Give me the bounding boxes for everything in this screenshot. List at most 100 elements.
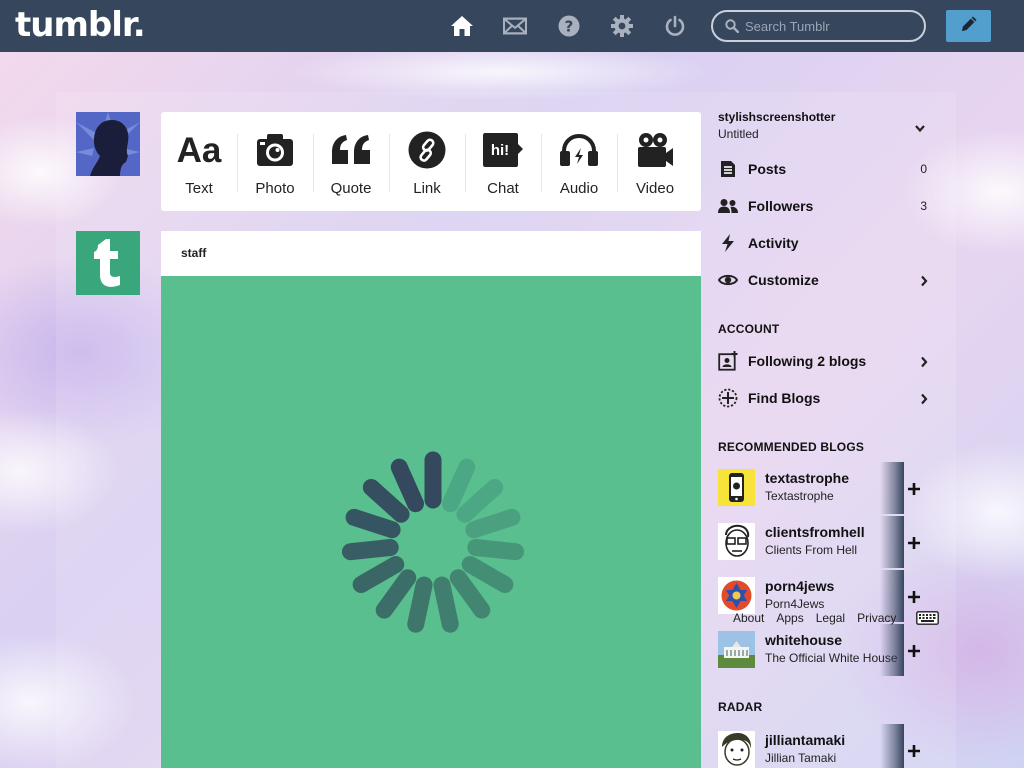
sidebar-item-following[interactable]: Following 2 blogs xyxy=(718,349,930,373)
post-card: staff xyxy=(161,231,701,768)
post-type-video[interactable]: Video xyxy=(617,112,693,211)
loading-spinner-icon xyxy=(341,451,525,633)
plus-icon[interactable] xyxy=(908,744,920,757)
staff-avatar[interactable] xyxy=(76,231,140,295)
blog-avatar[interactable] xyxy=(718,577,755,614)
plus-icon[interactable] xyxy=(908,536,920,549)
sidebar-item-find-blogs[interactable]: Find Blogs xyxy=(718,386,930,410)
svg-text:?: ? xyxy=(565,18,574,36)
post-image[interactable] xyxy=(161,276,701,768)
blog-name[interactable]: jilliantamaki xyxy=(765,732,845,748)
chevron-down-icon[interactable] xyxy=(914,121,926,139)
footer-links: About Apps Legal Privacy xyxy=(733,611,903,625)
eye-icon xyxy=(718,270,738,290)
follow-fade xyxy=(880,724,904,768)
post-type-label: Video xyxy=(635,180,675,197)
sidebar-item-customize[interactable]: Customize xyxy=(718,268,930,292)
post-type-quote[interactable]: Quote xyxy=(313,112,389,211)
sidebar-item-activity[interactable]: Activity xyxy=(718,231,930,255)
search-icon xyxy=(725,19,740,38)
post-type-link[interactable]: Link xyxy=(389,112,465,211)
post-type-bar: Aa Text Photo Quote Link hi! Chat Audio xyxy=(161,112,701,211)
plus-icon[interactable] xyxy=(908,590,920,603)
radar-heading: RADAR xyxy=(718,700,763,714)
text-icon: Aa xyxy=(175,130,223,170)
quote-icon xyxy=(330,130,372,170)
search-input[interactable] xyxy=(745,16,915,36)
sidebar-item-posts[interactable]: Posts 0 xyxy=(718,157,930,181)
camera-icon xyxy=(256,130,294,170)
blog-name[interactable]: textastrophe xyxy=(765,470,849,486)
sidebar-item-followers[interactable]: Followers 3 xyxy=(718,194,930,218)
post-type-audio[interactable]: Audio xyxy=(541,112,617,211)
post-type-chat[interactable]: hi! Chat xyxy=(465,112,541,211)
sidebar-item-label: Find Blogs xyxy=(748,390,821,406)
posts-icon xyxy=(718,159,738,179)
plus-icon[interactable] xyxy=(908,482,920,495)
blog-name[interactable]: porn4jews xyxy=(765,578,834,594)
recommended-blog[interactable]: textastrophe Textastrophe xyxy=(718,462,920,521)
chevron-right-icon xyxy=(920,274,928,292)
lightning-icon xyxy=(718,233,738,253)
follow-fade xyxy=(880,624,904,676)
blog-name[interactable]: whitehouse xyxy=(765,632,842,648)
posts-count: 0 xyxy=(920,162,927,176)
footer-link-about[interactable]: About xyxy=(733,611,764,625)
chevron-right-icon xyxy=(920,355,928,373)
sidebar-item-label: Activity xyxy=(748,235,799,251)
mail-icon[interactable] xyxy=(503,14,527,38)
home-icon[interactable] xyxy=(450,14,474,38)
recommended-blog[interactable]: clientsfromhell Clients From Hell xyxy=(718,516,920,575)
compass-icon xyxy=(718,388,738,408)
recommended-blog[interactable]: whitehouse The Official White House xyxy=(718,624,920,683)
top-header: tumblr. ? xyxy=(0,0,1024,52)
footer-link-privacy[interactable]: Privacy xyxy=(857,611,896,625)
post-type-label: Photo xyxy=(255,180,295,197)
help-icon[interactable]: ? xyxy=(557,14,581,38)
blog-name[interactable]: stylishscreenshotter xyxy=(718,110,835,124)
post-type-photo[interactable]: Photo xyxy=(237,112,313,211)
sidebar-item-label: Posts xyxy=(748,161,787,177)
chevron-right-icon xyxy=(920,392,928,410)
footer-link-apps[interactable]: Apps xyxy=(776,611,803,625)
post-author[interactable]: staff xyxy=(181,246,206,260)
svg-text:hi!: hi! xyxy=(491,142,509,159)
blog-avatar[interactable] xyxy=(718,631,755,668)
user-avatar[interactable] xyxy=(76,112,140,176)
post-type-text[interactable]: Aa Text xyxy=(161,112,237,211)
post-type-label: Audio xyxy=(559,180,599,197)
blog-avatar[interactable] xyxy=(718,731,755,768)
post-type-label: Link xyxy=(413,180,441,197)
followers-count: 3 xyxy=(920,199,927,213)
svg-text:Aa: Aa xyxy=(177,132,222,168)
recommended-heading: RECOMMENDED BLOGS xyxy=(718,440,865,454)
pencil-icon xyxy=(959,14,979,39)
sidebar-item-label: Customize xyxy=(748,272,819,288)
chat-icon: hi! xyxy=(482,130,524,170)
post-type-label: Chat xyxy=(487,180,519,197)
video-camera-icon xyxy=(636,130,674,170)
footer-link-legal[interactable]: Legal xyxy=(816,611,845,625)
power-icon[interactable] xyxy=(663,14,687,38)
link-icon xyxy=(408,130,446,170)
blog-title: Untitled xyxy=(718,127,759,141)
plus-icon[interactable] xyxy=(908,644,920,657)
radar-blog[interactable]: jilliantamaki Jillian Tamaki xyxy=(718,724,920,768)
search-box[interactable] xyxy=(711,10,926,42)
follow-fade xyxy=(880,462,904,514)
blog-avatar[interactable] xyxy=(718,469,755,506)
blog-avatar[interactable] xyxy=(718,523,755,560)
following-icon xyxy=(718,351,738,371)
headphones-icon xyxy=(559,130,599,170)
gear-icon[interactable] xyxy=(610,14,634,38)
tumblr-logo[interactable]: tumblr. xyxy=(15,5,146,45)
sidebar-item-label: Following 2 blogs xyxy=(748,353,867,369)
post-type-label: Quote xyxy=(330,180,372,197)
sidebar-item-label: Followers xyxy=(748,198,814,214)
follow-fade xyxy=(880,516,904,568)
keyboard-icon[interactable] xyxy=(916,611,939,630)
blog-name[interactable]: clientsfromhell xyxy=(765,524,865,540)
account-heading: ACCOUNT xyxy=(718,322,780,336)
followers-icon xyxy=(718,196,738,216)
compose-button[interactable] xyxy=(946,10,991,42)
